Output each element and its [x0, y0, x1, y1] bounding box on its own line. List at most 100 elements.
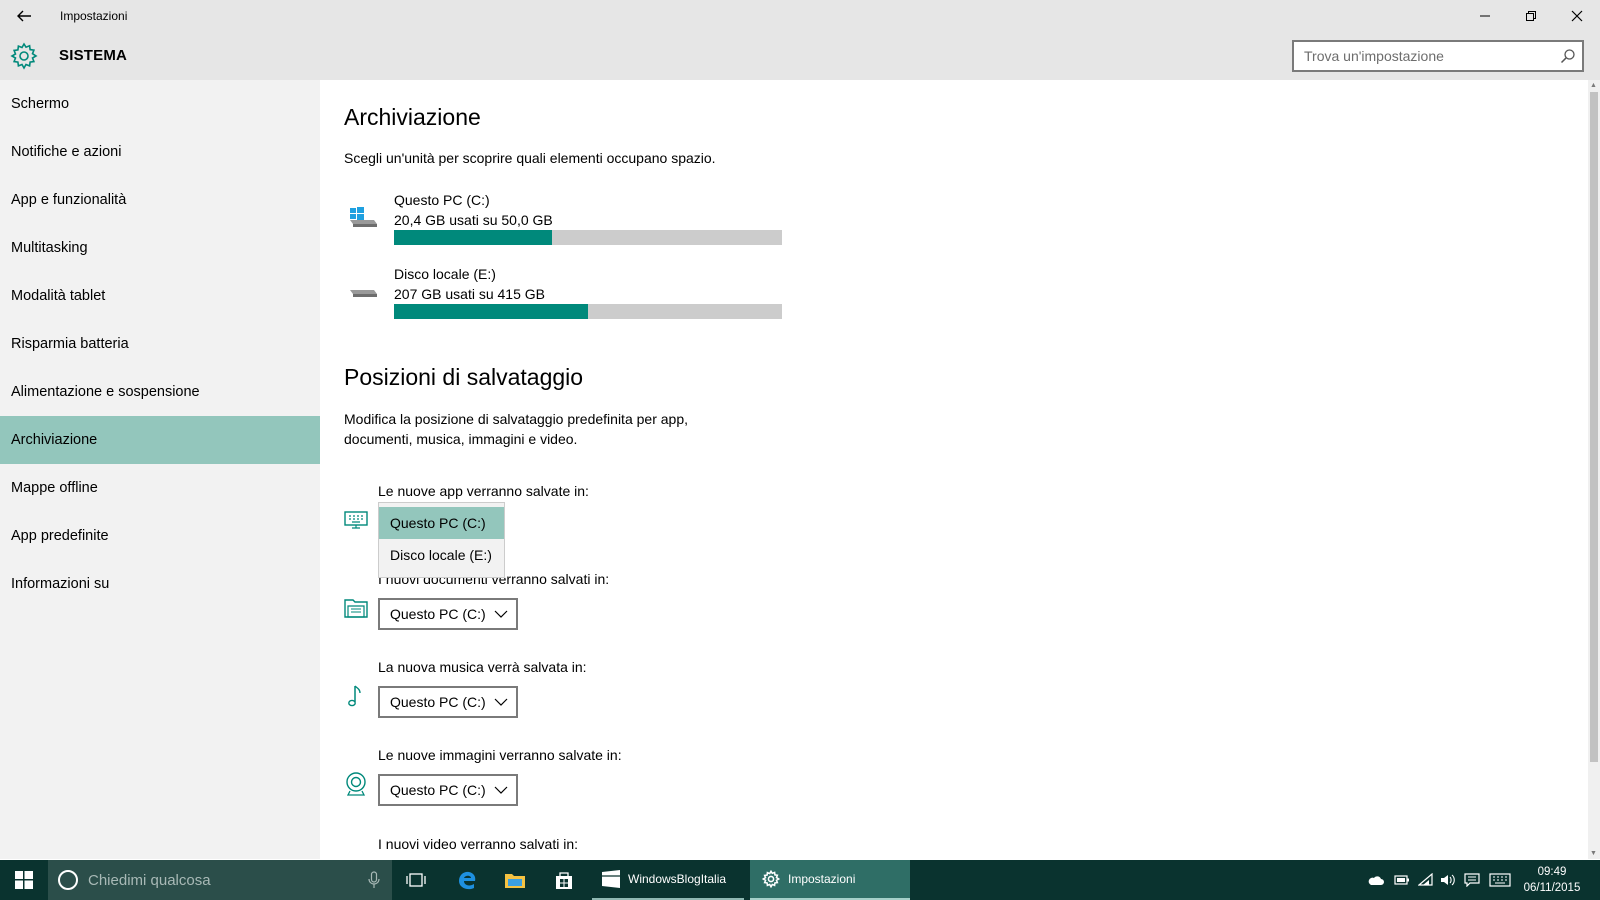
scroll-up-icon[interactable]: ▲ [1590, 82, 1597, 89]
file-explorer-button[interactable] [491, 860, 539, 900]
sidebar-item-label: Mappe offline [11, 480, 98, 496]
minimize-button[interactable] [1462, 0, 1508, 32]
gear-icon [762, 870, 780, 888]
drive-c[interactable]: Questo PC (C:) 20,4 GB usati su 50,0 GB [344, 192, 794, 252]
chevron-down-icon [494, 698, 508, 706]
sidebar-item-label: Schermo [11, 96, 70, 112]
dropdown-option-e[interactable]: Disco locale (E:) [379, 539, 504, 571]
sidebar-item-label: Multitasking [11, 240, 88, 256]
sidebar-item-app-predefinite[interactable]: App predefinite [0, 512, 320, 560]
scrollbar-thumb[interactable] [1590, 92, 1598, 762]
save-locations-description-2: documenti, musica, immagini e video. [344, 431, 578, 447]
sidebar-item-label: App e funzionalità [11, 192, 127, 208]
windows-drive-icon [350, 207, 377, 227]
apps-location-dropdown[interactable]: Questo PC (C:) Disco locale (E:) [378, 502, 505, 578]
taskbar-search-placeholder: Chiedimi qualcosa [88, 872, 211, 889]
volume-icon [1441, 874, 1455, 886]
music-location-select[interactable]: Questo PC (C:) [378, 686, 518, 718]
sidebar-item-notifiche[interactable]: Notifiche e azioni [0, 128, 320, 176]
back-button[interactable] [8, 0, 40, 32]
hard-drive-icon [350, 290, 377, 297]
chevron-down-icon [494, 786, 508, 794]
tray-network[interactable] [1414, 860, 1438, 900]
settings-search-box[interactable] [1292, 40, 1584, 72]
sidebar-item-label: App predefinite [11, 528, 109, 544]
pictures-location-select[interactable]: Questo PC (C:) [378, 774, 518, 806]
back-arrow-icon [17, 10, 31, 22]
tray-volume[interactable] [1436, 860, 1460, 900]
sidebar-item-mappe[interactable]: Mappe offline [0, 464, 320, 512]
windows-logo-icon [15, 871, 33, 889]
search-icon[interactable] [1560, 48, 1576, 64]
sidebar-item-label: Risparmia batteria [11, 336, 129, 352]
save-locations-title: Posizioni di salvataggio [344, 364, 584, 390]
tray-battery[interactable] [1390, 860, 1414, 900]
taskbar-app-windowsblogitalia[interactable]: WindowsBlogItalia [592, 860, 744, 900]
gear-icon [10, 42, 38, 70]
apps-location-label: Le nuove app verranno salvate in: [378, 483, 589, 499]
window-title: Impostazioni [60, 9, 128, 23]
drive-usage: 20,4 GB usati su 50,0 GB [394, 212, 553, 228]
wifi-icon [1418, 873, 1433, 886]
drive-name: Disco locale (E:) [394, 266, 496, 282]
camera-icon [346, 772, 366, 796]
microphone-icon[interactable] [368, 871, 380, 889]
section-title: SISTEMA [59, 47, 128, 64]
task-view-button[interactable] [392, 860, 440, 900]
scroll-down-icon[interactable]: ▼ [1590, 850, 1597, 857]
sidebar-item-alimentazione[interactable]: Alimentazione e sospensione [0, 368, 320, 416]
pictures-location-label: Le nuove immagini verranno salvate in: [378, 747, 622, 763]
dropdown-option-c[interactable]: Questo PC (C:) [379, 507, 504, 539]
taskbar-search-box[interactable]: Chiedimi qualcosa [48, 860, 392, 900]
tray-action-center[interactable] [1460, 860, 1484, 900]
sidebar-item-schermo[interactable]: Schermo [0, 80, 320, 128]
taskbar-app-label: Impostazioni [788, 872, 856, 886]
music-location-label: La nuova musica verrà salvata in: [378, 659, 587, 675]
restore-icon [1526, 11, 1536, 21]
start-button[interactable] [0, 860, 48, 900]
sidebar-item-label: Alimentazione e sospensione [11, 384, 200, 400]
sidebar-item-batteria[interactable]: Risparmia batteria [0, 320, 320, 368]
vertical-scrollbar[interactable]: ▲ ▼ [1588, 80, 1600, 859]
sidebar-item-tablet[interactable]: Modalità tablet [0, 272, 320, 320]
restore-button[interactable] [1508, 0, 1554, 32]
main-content: Archiviazione Scegli un'unità per scopri… [320, 80, 1588, 859]
sidebar-item-archiviazione[interactable]: Archiviazione [0, 416, 320, 464]
settings-search-input[interactable] [1294, 42, 1544, 70]
documents-location-select[interactable]: Questo PC (C:) [378, 598, 518, 630]
music-note-icon [348, 685, 361, 707]
select-value: Questo PC (C:) [390, 694, 486, 710]
save-locations-description-1: Modifica la posizione di salvataggio pre… [344, 411, 688, 427]
app-window-icon [602, 870, 620, 888]
store-button[interactable] [540, 860, 588, 900]
sidebar-item-informazioni[interactable]: Informazioni su [0, 560, 320, 608]
drive-usage-bar [394, 304, 782, 319]
sidebar-item-multitasking[interactable]: Multitasking [0, 224, 320, 272]
storage-description: Scegli un'unità per scoprire quali eleme… [344, 150, 716, 166]
sidebar-item-label: Notifiche e azioni [11, 144, 122, 160]
sidebar-item-label: Informazioni su [11, 576, 110, 592]
folder-icon [505, 874, 525, 888]
task-view-icon [406, 873, 426, 887]
sidebar-item-app[interactable]: App e funzionalità [0, 176, 320, 224]
drive-e[interactable]: Disco locale (E:) 207 GB usati su 415 GB [344, 266, 794, 326]
onedrive-cloud-icon [1368, 876, 1384, 885]
keyboard-icon [1489, 873, 1511, 887]
sidebar: Schermo Notifiche e azioni App e funzion… [0, 80, 320, 859]
tray-keyboard[interactable] [1486, 860, 1514, 900]
clock-date: 06/11/2015 [1523, 882, 1581, 894]
edge-button[interactable] [443, 860, 491, 900]
sidebar-item-label: Archiviazione [11, 432, 98, 448]
close-icon [1571, 10, 1583, 22]
cortana-icon [58, 870, 78, 890]
taskbar-clock[interactable]: 09:49 06/11/2015 [1516, 864, 1588, 896]
page-title: Archiviazione [344, 104, 481, 130]
tray-onedrive[interactable] [1364, 860, 1388, 900]
taskbar-app-impostazioni[interactable]: Impostazioni [750, 860, 910, 900]
taskbar-app-label: WindowsBlogItalia [628, 872, 727, 886]
store-bag-icon [556, 872, 572, 889]
app-monitor-icon [344, 511, 368, 529]
close-button[interactable] [1554, 0, 1600, 32]
documents-folder-icon [344, 599, 368, 618]
clock-time: 09:49 [1537, 866, 1567, 878]
